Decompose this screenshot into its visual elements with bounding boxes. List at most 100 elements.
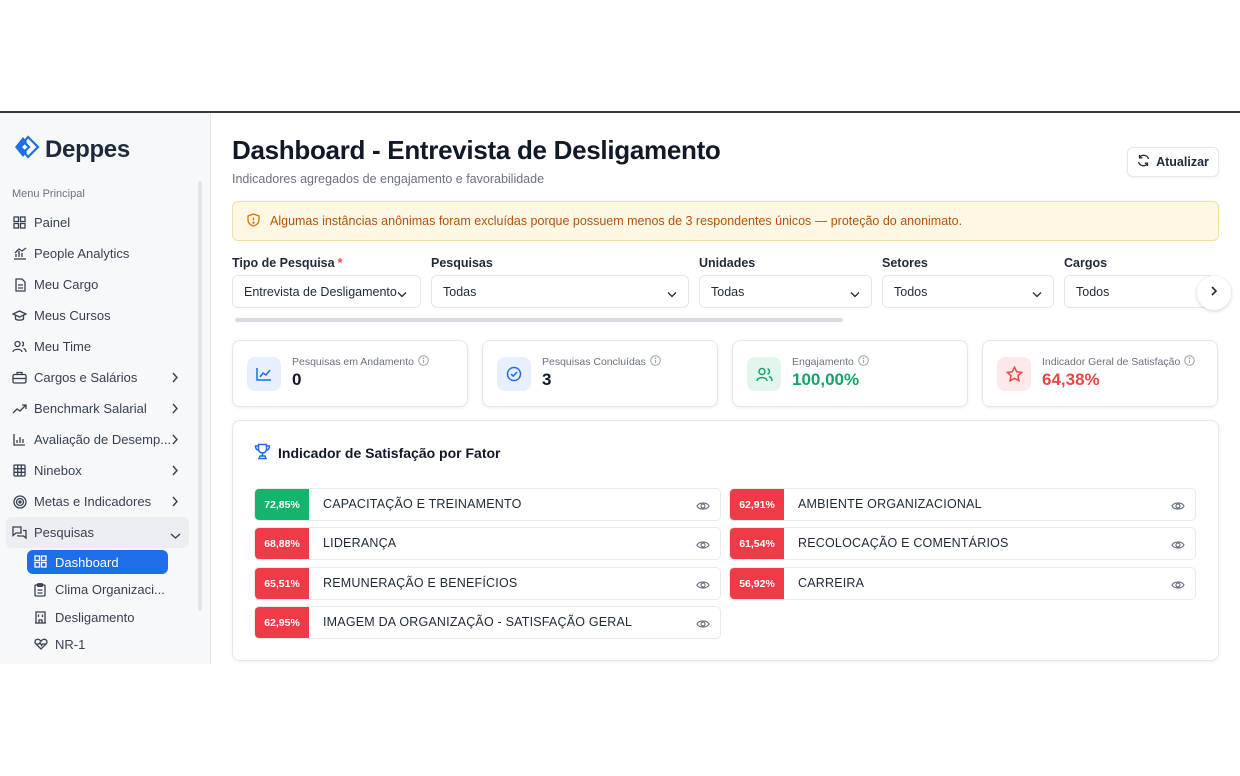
kpi-value: 0 bbox=[292, 370, 302, 389]
eye-icon[interactable] bbox=[696, 577, 710, 595]
sidebar-subitem-label: Desligamento bbox=[55, 609, 135, 625]
sidebar-item-label: Pesquisas bbox=[34, 525, 94, 540]
chat-icon bbox=[12, 525, 27, 540]
filter-select-tipo[interactable]: Entrevista de Desligamento bbox=[232, 275, 421, 308]
building-icon bbox=[34, 610, 48, 624]
factor-name: AMBIENTE ORGANIZACIONAL bbox=[798, 497, 982, 511]
eye-icon[interactable] bbox=[1171, 537, 1185, 555]
file-icon bbox=[12, 277, 27, 292]
sidebar-item-label: Benchmark Salarial bbox=[34, 401, 147, 416]
clipboard-icon bbox=[34, 582, 48, 597]
sidebar-subitem-desligamento[interactable]: Desligamento bbox=[6, 604, 189, 632]
sidebar-item-meu-time[interactable]: Meu Time bbox=[6, 331, 189, 362]
factor-row[interactable]: 61,54% RECOLOCAÇÃO E COMENTÁRIOS bbox=[729, 527, 1196, 560]
users-icon bbox=[747, 357, 781, 391]
filter-select-setores[interactable]: Todos bbox=[882, 275, 1054, 308]
chevron-right-icon bbox=[171, 402, 179, 417]
sidebar-item-cargos-salarios[interactable]: Cargos e Salários bbox=[6, 362, 189, 393]
sidebar-item-meu-cargo[interactable]: Meu Cargo bbox=[6, 269, 189, 300]
info-icon bbox=[858, 355, 869, 369]
sidebar-item-ninebox[interactable]: Ninebox bbox=[6, 455, 189, 486]
factor-row[interactable]: 62,95% IMAGEM DA ORGANIZAÇÃO - SATISFAÇÃ… bbox=[254, 606, 721, 639]
shield-alert-icon bbox=[247, 212, 260, 230]
factor-row[interactable]: 68,88% LIDERANÇA bbox=[254, 527, 721, 560]
eye-icon[interactable] bbox=[1171, 577, 1185, 595]
sidebar-item-label: Metas e Indicadores bbox=[34, 494, 152, 509]
factor-row[interactable]: 72,85% CAPACITAÇÃO E TREINAMENTO bbox=[254, 488, 721, 521]
sidebar-item-label: Meu Time bbox=[34, 339, 92, 354]
chevron-down-icon bbox=[170, 528, 181, 543]
chevron-down-icon bbox=[397, 287, 407, 301]
sidebar-item-avaliacao-desempenho[interactable]: Avaliação de Desemp... bbox=[6, 424, 189, 455]
factor-row[interactable]: 65,51% REMUNERAÇÃO E BENEFÍCIOS bbox=[254, 567, 721, 600]
briefcase-icon bbox=[12, 370, 27, 385]
sidebar-item-label: Meus Cursos bbox=[34, 308, 111, 323]
sidebar-item-painel[interactable]: Painel bbox=[6, 207, 189, 238]
factor-row[interactable]: 62,91% AMBIENTE ORGANIZACIONAL bbox=[729, 488, 1196, 521]
sidebar-subitem-label: NR-1 bbox=[55, 637, 86, 653]
factor-percentage: 62,95% bbox=[255, 607, 309, 638]
refresh-button[interactable]: Atualizar bbox=[1127, 147, 1219, 177]
factor-row[interactable]: 56,92% CARREIRA bbox=[729, 567, 1196, 600]
filter-label-unidades: Unidades bbox=[699, 256, 756, 270]
sidebar-item-label: Painel bbox=[34, 215, 71, 230]
anonymity-alert: Algumas instâncias anônimas foram excluí… bbox=[232, 201, 1219, 241]
sidebar-item-label: Meu Cargo bbox=[34, 277, 99, 292]
filter-select-pesquisas[interactable]: Todas bbox=[431, 275, 689, 308]
sidebar-item-meus-cursos[interactable]: Meus Cursos bbox=[6, 300, 189, 331]
main-content: Dashboard - Entrevista de Desligamento I… bbox=[232, 113, 1231, 664]
kpi-label: Pesquisas Concluídas bbox=[542, 355, 661, 369]
filter-label-cargos: Cargos bbox=[1064, 256, 1108, 270]
filters-bar: Tipo de Pesquisa * Entrevista de Desligam… bbox=[232, 256, 1231, 326]
filter-select-cargos[interactable]: Todos bbox=[1064, 275, 1214, 308]
sidebar-item-pesquisas[interactable]: Pesquisas bbox=[6, 517, 189, 548]
check-circle-icon bbox=[497, 357, 531, 391]
sidebar-subitem-dashboard[interactable]: Dashboard bbox=[27, 550, 168, 574]
eye-icon[interactable] bbox=[696, 498, 710, 516]
eye-icon[interactable] bbox=[696, 537, 710, 555]
app-logo[interactable]: Deppes bbox=[13, 135, 130, 164]
sidebar-item-metas-indicadores[interactable]: Metas e Indicadores bbox=[6, 486, 189, 517]
sidebar-subitem-label: Clima Organizaci... bbox=[55, 582, 165, 598]
factor-name: CAPACITAÇÃO E TREINAMENTO bbox=[323, 497, 522, 511]
filter-select-unidades[interactable]: Todas bbox=[699, 275, 872, 308]
sidebar-item-label: Ninebox bbox=[34, 463, 82, 478]
bar-chart-icon bbox=[12, 432, 27, 447]
refresh-label: Atualizar bbox=[1156, 155, 1209, 169]
bar-chart-icon bbox=[12, 246, 27, 261]
filters-scrollbar[interactable] bbox=[235, 318, 843, 322]
filter-value: Todos bbox=[894, 284, 928, 299]
chevron-right-icon bbox=[1209, 284, 1219, 302]
eye-icon[interactable] bbox=[696, 616, 710, 634]
chevron-right-icon bbox=[171, 433, 179, 448]
factor-percentage: 72,85% bbox=[255, 489, 309, 520]
chevron-down-icon bbox=[1032, 287, 1042, 301]
eye-icon[interactable] bbox=[1171, 498, 1185, 516]
factor-name: LIDERANÇA bbox=[323, 536, 397, 550]
filter-label-setores: Setores bbox=[882, 256, 928, 270]
sidebar-item-benchmark-salarial[interactable]: Benchmark Salarial bbox=[6, 393, 189, 424]
grid-icon bbox=[34, 555, 48, 569]
sidebar-item-label: People Analytics bbox=[34, 246, 130, 261]
kpi-value: 100,00% bbox=[792, 370, 860, 389]
filter-value: Todos bbox=[1076, 284, 1110, 299]
factor-name: IMAGEM DA ORGANIZAÇÃO - SATISFAÇÃO GERAL bbox=[323, 615, 633, 629]
grid-nine-icon bbox=[12, 463, 27, 478]
sidebar-scrollbar[interactable] bbox=[198, 181, 202, 611]
factor-percentage: 65,51% bbox=[255, 568, 309, 599]
kpi-card-engajamento: Engajamento 100,00% bbox=[732, 340, 968, 407]
sidebar-item-label: Avaliação de Desemp... bbox=[34, 432, 172, 447]
kpi-label: Indicador Geral de Satisfação bbox=[1042, 355, 1196, 369]
kpi-row: Pesquisas em Andamento 0 Pesquisas Concl… bbox=[232, 340, 1222, 408]
scroll-right-button[interactable] bbox=[1197, 276, 1231, 310]
sidebar-item-label: Cargos e Salários bbox=[34, 370, 138, 385]
sidebar-subitem-clima[interactable]: Clima Organizaci... bbox=[6, 576, 189, 604]
kpi-card-andamento: Pesquisas em Andamento 0 bbox=[232, 340, 468, 407]
filter-label-tipo: Tipo de Pesquisa * bbox=[232, 256, 343, 270]
chevron-down-icon bbox=[850, 287, 860, 301]
page-title: Dashboard - Entrevista de Desligamento bbox=[232, 135, 721, 165]
sidebar-subitem-nr1[interactable]: NR-1 bbox=[6, 631, 189, 659]
sidebar-menu: Painel People Analytics Meu Cargo Meus C… bbox=[6, 207, 189, 659]
sidebar-item-people-analytics[interactable]: People Analytics bbox=[6, 238, 189, 269]
factor-percentage: 68,88% bbox=[255, 528, 309, 559]
